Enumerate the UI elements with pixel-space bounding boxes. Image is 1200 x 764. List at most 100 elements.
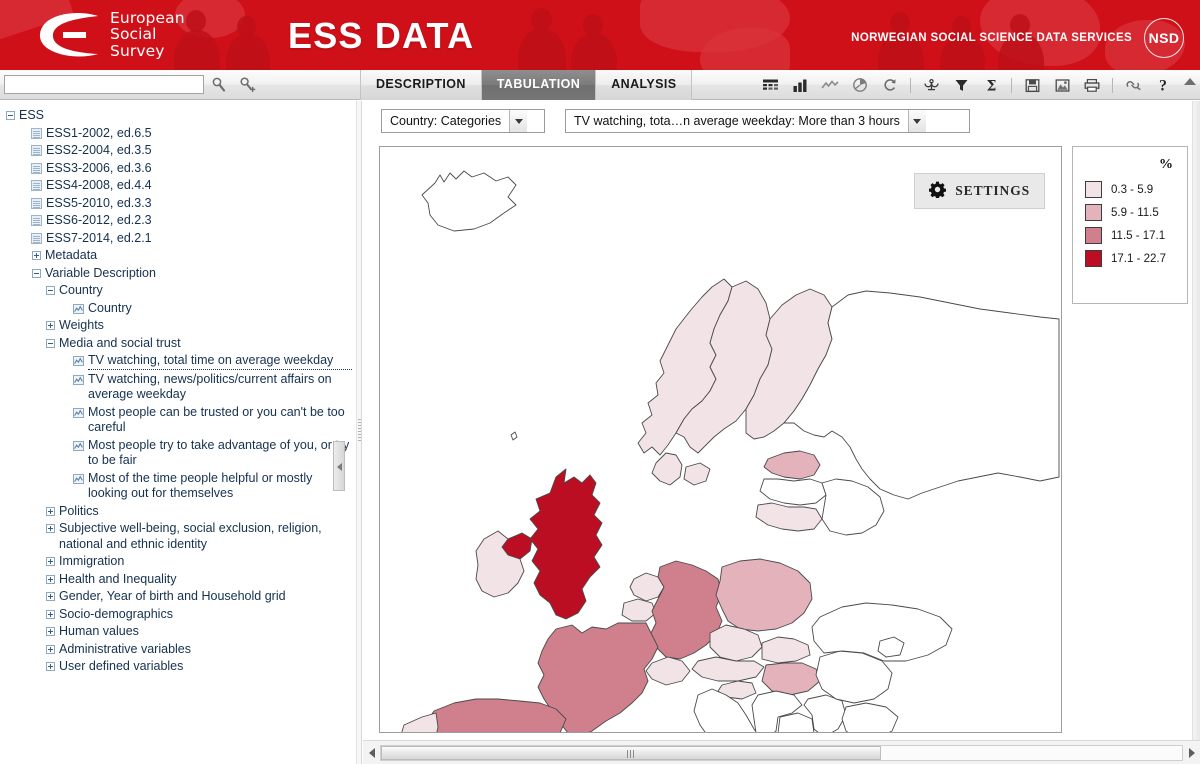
- tree-node[interactable]: Weights: [6, 317, 352, 335]
- ess-logo[interactable]: European Social Survey: [36, 10, 185, 60]
- tree-node[interactable]: ESS3-2006, ed.3.6: [6, 160, 352, 178]
- tree-node[interactable]: Metadata: [6, 247, 352, 265]
- legend-row[interactable]: 5.9 - 11.5: [1085, 204, 1177, 221]
- weights-icon[interactable]: [916, 70, 946, 100]
- tree-node[interactable]: Media and social trust: [6, 335, 352, 353]
- scroll-left-arrow-icon[interactable]: [363, 742, 380, 764]
- sidebar-scrollbar-track[interactable]: [333, 101, 350, 764]
- tree-node-label[interactable]: ESS3-2006, ed.3.6: [46, 161, 352, 177]
- tree-node[interactable]: Immigration: [6, 553, 352, 571]
- tree-node-label[interactable]: ESS: [19, 108, 352, 124]
- sigma-icon[interactable]: Σ: [976, 70, 1006, 100]
- link-icon[interactable]: [1118, 70, 1148, 100]
- legend-row[interactable]: 11.5 - 17.1: [1085, 227, 1177, 244]
- tree-node-label[interactable]: Gender, Year of birth and Household grid: [59, 589, 352, 605]
- tree-node[interactable]: Gender, Year of birth and Household grid: [6, 588, 352, 606]
- tree-node[interactable]: Most people try to take advantage of you…: [6, 437, 352, 470]
- export-image-icon[interactable]: [1047, 70, 1077, 100]
- map-country-bosnia[interactable]: [777, 712, 815, 732]
- tab-tabulation[interactable]: TABULATION: [481, 70, 597, 100]
- tree-node-label[interactable]: Health and Inequality: [59, 572, 352, 588]
- map-country-denmark[interactable]: [651, 452, 711, 486]
- collapse-node-icon[interactable]: [6, 111, 15, 120]
- tree-node[interactable]: ESS2-2004, ed.3.5: [6, 142, 352, 160]
- map-country-iceland[interactable]: [421, 170, 517, 232]
- tree-node-label[interactable]: ESS6-2012, ed.2.3: [46, 213, 352, 229]
- filter-icon[interactable]: [946, 70, 976, 100]
- tree-node-label[interactable]: Country: [88, 301, 352, 317]
- tree-node[interactable]: User defined variables: [6, 658, 352, 676]
- expand-node-icon[interactable]: [46, 609, 55, 619]
- horizontal-scrollbar[interactable]: [363, 740, 1200, 764]
- expand-node-icon[interactable]: [46, 524, 55, 533]
- tree-node-label[interactable]: ESS5-2010, ed.3.3: [46, 196, 352, 212]
- map-country-hungary[interactable]: [761, 662, 821, 696]
- tab-description[interactable]: DESCRIPTION: [360, 70, 482, 100]
- map-settings-button[interactable]: SETTINGS: [914, 173, 1045, 209]
- tree-node[interactable]: ESS5-2010, ed.3.3: [6, 195, 352, 213]
- search-input[interactable]: [4, 75, 204, 94]
- print-icon[interactable]: [1077, 70, 1107, 100]
- row-variable-select[interactable]: Country: Categories: [381, 109, 545, 133]
- tree-node[interactable]: TV watching, total time on average weekd…: [6, 352, 352, 371]
- refresh-icon[interactable]: [875, 70, 905, 100]
- map-country-belgium[interactable]: [621, 598, 657, 622]
- horizontal-scrollbar-track[interactable]: [380, 744, 1183, 761]
- tree-node-label[interactable]: Metadata: [45, 248, 352, 264]
- choropleth-map-panel[interactable]: SETTINGS: [379, 146, 1062, 733]
- tree-node-label[interactable]: ESS1-2002, ed.6.5: [46, 126, 352, 142]
- tree-node-label[interactable]: Socio-demographics: [59, 607, 352, 623]
- map-country-austria[interactable]: [691, 656, 765, 682]
- advanced-search-icon[interactable]: [238, 76, 256, 94]
- expand-node-icon[interactable]: [46, 627, 55, 636]
- tree-node-label[interactable]: User defined variables: [59, 659, 352, 675]
- expand-node-icon[interactable]: [46, 592, 55, 601]
- collapse-node-icon[interactable]: [32, 268, 41, 278]
- collapse-node-icon[interactable]: [46, 338, 55, 348]
- tree-node-label[interactable]: ESS7-2014, ed.2.1: [46, 231, 352, 247]
- save-icon[interactable]: [1017, 70, 1047, 100]
- tree-node[interactable]: ESS: [6, 107, 352, 125]
- tree-node-label[interactable]: Country: [59, 283, 352, 299]
- tree-node-label[interactable]: TV watching, news/politics/current affai…: [88, 372, 352, 403]
- map-country-belarus[interactable]: [821, 478, 885, 536]
- tree-node[interactable]: Politics: [6, 503, 352, 521]
- tab-analysis[interactable]: ANALYSIS: [596, 70, 693, 100]
- tree-node[interactable]: ESS4-2008, ed.4.4: [6, 177, 352, 195]
- expand-node-icon[interactable]: [46, 506, 55, 516]
- map-country-switzerland[interactable]: [645, 656, 691, 686]
- panel-splitter[interactable]: [356, 101, 362, 764]
- tree-node-label[interactable]: Human values: [59, 624, 352, 640]
- tree-node[interactable]: Country: [6, 300, 352, 318]
- tree-node-label[interactable]: Politics: [59, 504, 352, 520]
- tree-node[interactable]: Administrative variables: [6, 641, 352, 659]
- map-country-portugal[interactable]: [398, 712, 439, 732]
- expand-node-icon[interactable]: [46, 557, 55, 566]
- tree-node[interactable]: ESS6-2012, ed.2.3: [6, 212, 352, 230]
- europe-choropleth-map[interactable]: [380, 147, 1061, 732]
- tree-node[interactable]: ESS7-2014, ed.2.1: [6, 230, 352, 248]
- tree-node[interactable]: Socio-demographics: [6, 606, 352, 624]
- sidebar-scrollbar-thumb[interactable]: [333, 441, 345, 491]
- tree-node-label[interactable]: Media and social trust: [59, 336, 352, 352]
- help-icon[interactable]: ?: [1148, 70, 1178, 100]
- expand-node-icon[interactable]: [46, 644, 55, 654]
- expand-node-icon[interactable]: [46, 321, 55, 330]
- tree-node[interactable]: Human values: [6, 623, 352, 641]
- tree-node[interactable]: Subjective well-being, social exclusion,…: [6, 520, 352, 553]
- tree-node[interactable]: Health and Inequality: [6, 571, 352, 589]
- expand-node-icon[interactable]: [46, 574, 55, 584]
- horizontal-scrollbar-thumb[interactable]: [381, 745, 881, 760]
- tree-node-label[interactable]: Most people try to take advantage of you…: [88, 438, 352, 469]
- expand-node-icon[interactable]: [32, 251, 41, 260]
- tree-node[interactable]: Country: [6, 282, 352, 300]
- map-country-slovakia[interactable]: [761, 636, 811, 664]
- scroll-right-arrow-icon[interactable]: [1183, 742, 1200, 764]
- tree-node-label[interactable]: Administrative variables: [59, 642, 352, 658]
- tree-node-label[interactable]: TV watching, total time on average weekd…: [88, 353, 352, 370]
- collapse-panel-arrow-icon[interactable]: [1184, 78, 1196, 85]
- expand-node-icon[interactable]: [46, 662, 55, 671]
- tree-node[interactable]: Most of the time people helpful or mostl…: [6, 470, 352, 503]
- map-country-bulgaria[interactable]: [841, 702, 899, 732]
- tree-node-label[interactable]: ESS4-2008, ed.4.4: [46, 178, 352, 194]
